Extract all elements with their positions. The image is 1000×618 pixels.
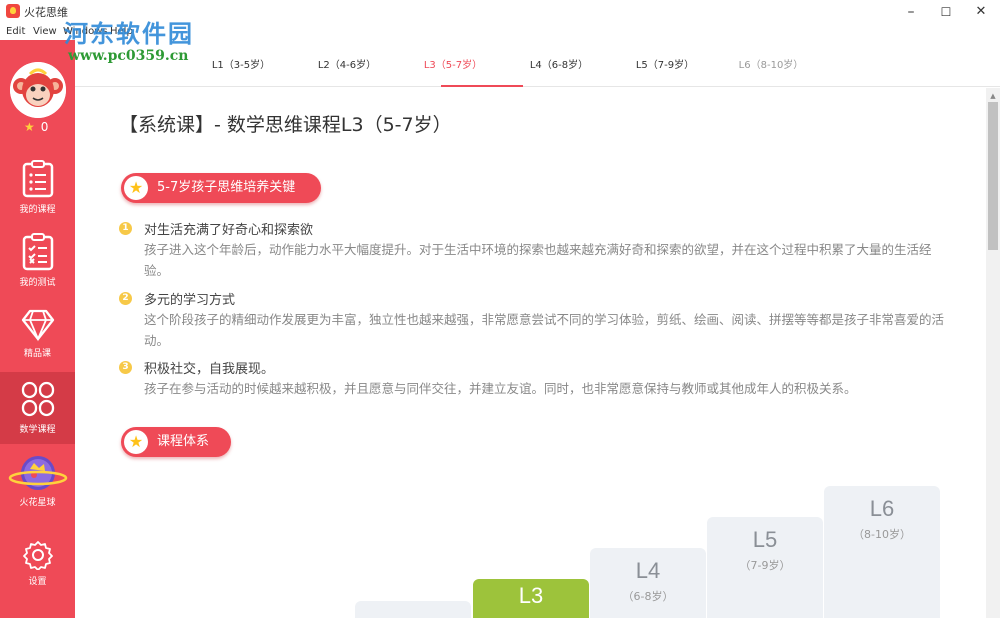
level-tab-bar: L1（3-5岁） L2（4-6岁） L3（5-7岁） L4（6-8岁） L5（7… xyxy=(75,40,1000,87)
sidebar-item-label: 我的测试 xyxy=(19,278,56,288)
clipboard-list-icon xyxy=(22,160,53,198)
maximize-button[interactable]: ☐ xyxy=(929,0,963,24)
star-icon: ★ xyxy=(124,176,148,200)
planet-icon xyxy=(8,456,67,490)
point-title: 多元的学习方式 xyxy=(144,293,236,308)
level-step-age: （6-8岁） xyxy=(622,590,674,603)
level-step-age: （7-9岁） xyxy=(739,559,791,572)
sidebar-item-label: 精品课 xyxy=(23,349,51,359)
section-heading-text: 课程体系 xyxy=(157,434,210,449)
window-title: 火花思维 xyxy=(24,6,68,19)
level-step-l5[interactable]: L5 （7-9岁） xyxy=(707,517,823,618)
sidebar: ★ 0 我的课程 我的测试 精品课 数学课程 火花星球 设置 xyxy=(0,40,75,618)
tab-l6[interactable]: L6（8-10岁） xyxy=(731,56,811,71)
course-content: 【系统课】- 数学思维课程L3（5-7岁） ★ 5-7岁孩子思维培养关键 1 对… xyxy=(75,88,985,618)
close-button[interactable]: ✕ xyxy=(964,0,998,24)
level-step-label: L6 xyxy=(869,496,895,521)
sidebar-item-spark-planet[interactable]: 火花星球 xyxy=(0,447,75,521)
avatar[interactable] xyxy=(10,62,66,118)
menu-edit[interactable]: Edit xyxy=(6,26,25,37)
vertical-scrollbar[interactable]: ▲ xyxy=(986,88,1000,618)
sidebar-item-my-tests[interactable]: 我的测试 xyxy=(0,225,75,295)
point-body: 孩子在参与活动的时候越来越积极，并且愿意与同伴交往，并建立友谊。同时，也非常愿意… xyxy=(144,381,857,396)
tab-l1[interactable]: L1（3-5岁） xyxy=(201,56,281,71)
active-tab-indicator xyxy=(441,85,523,87)
star-icon: ★ xyxy=(24,120,35,134)
level-step-l6[interactable]: L6 （8-10岁） xyxy=(824,486,940,618)
bullet-number: 1 xyxy=(119,222,132,235)
level-step-age: （8-10岁） xyxy=(853,528,911,541)
menu-view[interactable]: View xyxy=(33,26,57,37)
scroll-thumb[interactable] xyxy=(988,102,998,250)
point-body: 孩子进入这个年龄后，动作能力水平大幅度提升。对于生活中环境的探索也越来越充满好奇… xyxy=(144,242,932,278)
watermark-title: 河东软件园 xyxy=(64,19,194,48)
level-step-label: L4 xyxy=(635,558,661,583)
tab-l3[interactable]: L3（5-7岁） xyxy=(413,56,493,71)
watermark-url: www.pc0359.cn xyxy=(68,48,189,64)
sidebar-item-label: 数学课程 xyxy=(19,425,56,435)
section-heading-text: 5-7岁孩子思维培养关键 xyxy=(157,180,296,195)
scroll-up-arrow-icon[interactable]: ▲ xyxy=(986,92,1000,100)
level-step-l4[interactable]: L4 （6-8岁） xyxy=(590,548,706,618)
level-step-l3[interactable]: L3 xyxy=(473,579,589,618)
minimize-button[interactable]: – xyxy=(894,0,928,24)
monkey-avatar-icon xyxy=(10,62,66,118)
point-title: 积极社交，自我展现。 xyxy=(144,362,275,377)
section-heading-thinking-keys: ★ 5-7岁孩子思维培养关键 xyxy=(121,173,321,203)
app-logo-icon xyxy=(6,4,20,18)
sidebar-item-label: 我的课程 xyxy=(19,205,56,215)
sidebar-item-premium-courses[interactable]: 精品课 xyxy=(0,300,75,370)
tab-l4[interactable]: L4（6-8岁） xyxy=(519,56,599,71)
star-count: ★ 0 xyxy=(24,120,48,134)
tab-l5[interactable]: L5（7-9岁） xyxy=(625,56,705,71)
tab-l2[interactable]: L2（4-6岁） xyxy=(307,56,387,71)
diamond-icon xyxy=(21,309,54,342)
four-petal-icon xyxy=(21,381,54,417)
page-title: 【系统课】- 数学思维课程L3（5-7岁） xyxy=(119,114,452,136)
app-window: 火花思维 – ☐ ✕ Edit View Windows Help 河东软件园 … xyxy=(0,0,1000,618)
bullet-number: 2 xyxy=(119,292,132,305)
sidebar-item-math-courses[interactable]: 数学课程 xyxy=(0,372,75,444)
sidebar-item-my-courses[interactable]: 我的课程 xyxy=(0,152,75,222)
checklist-icon xyxy=(22,233,53,271)
gear-icon xyxy=(22,541,53,570)
bullet-number: 3 xyxy=(119,361,132,374)
sidebar-item-label: 火花星球 xyxy=(19,498,56,508)
level-step-label: L3 xyxy=(518,583,544,608)
section-heading-course-system: ★ 课程体系 xyxy=(121,427,231,457)
star-count-value: 0 xyxy=(40,120,49,134)
sidebar-item-label: 设置 xyxy=(28,577,47,587)
level-step-l2[interactable] xyxy=(355,601,471,618)
point-title: 对生活充满了好奇心和探索欲 xyxy=(144,223,314,238)
level-step-label: L5 xyxy=(752,527,778,552)
star-icon: ★ xyxy=(124,430,148,454)
point-body: 这个阶段孩子的精细动作发展更为丰富，独立性也越来越强，非常愿意尝试不同的学习体验… xyxy=(144,312,945,348)
sidebar-item-settings[interactable]: 设置 xyxy=(0,532,75,602)
